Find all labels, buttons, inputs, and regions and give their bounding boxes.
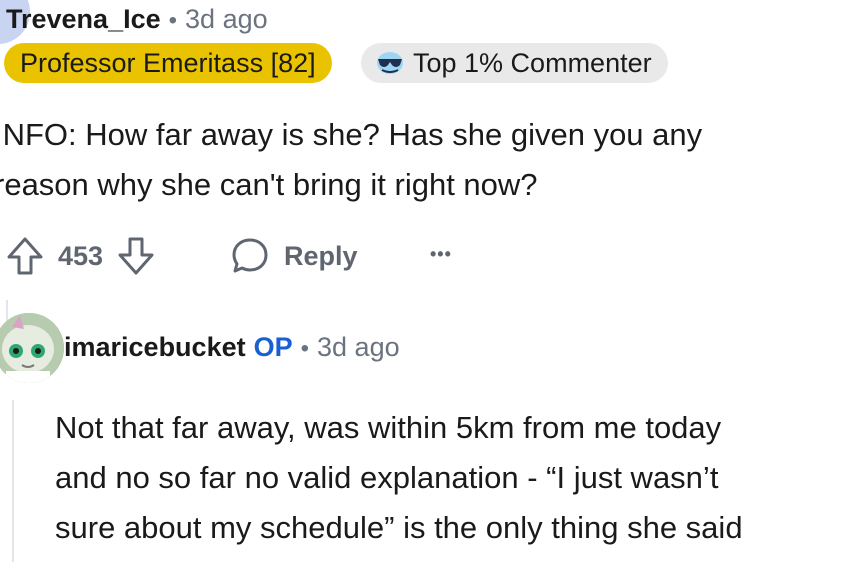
reply-label: Reply [284,240,358,271]
user-flair: Professor Emeritass [82] [4,43,332,83]
timestamp[interactable]: 3d ago [185,4,268,35]
comment-header: Trevena_Ice • 3d ago [6,4,268,35]
reply-bubble-icon [230,236,270,276]
comment-body: INFO: How far away is she? Has she given… [0,110,702,210]
comment-header: imaricebucket OP • 3d ago [64,332,400,363]
timestamp[interactable]: 3d ago [317,332,400,363]
comment-line: Not that far away, was within 5km from m… [55,410,722,445]
vote-controls: 453 [6,236,155,276]
op-badge: OP [253,332,293,362]
sunglasses-icon [375,50,405,76]
vote-count: 453 [58,240,104,271]
separator-dot: • [300,335,310,362]
thread-line[interactable] [12,400,14,562]
comment-line: reason why she can't bring it right now? [0,167,538,202]
more-button[interactable]: ••• [430,244,452,265]
top-commenter-badge: Top 1% Commenter [361,43,668,83]
separator-dot: • [168,7,178,34]
more-icon: ••• [430,244,452,264]
comment-line: INFO: How far away is she? Has she given… [0,117,703,152]
reply-button[interactable]: Reply [230,236,358,276]
upvote-icon[interactable] [6,236,44,276]
username[interactable]: Trevena_Ice [6,4,161,35]
comment-body: Not that far away, was within 5km from m… [55,403,743,553]
badge-label: Top 1% Commenter [413,48,652,78]
comment-line: and no so far no valid explanation - “I … [55,460,719,495]
downvote-icon[interactable] [117,236,155,276]
username[interactable]: imaricebucket [64,332,246,363]
comment-line: sure about my schedule” is the only thin… [55,510,743,545]
avatar[interactable] [0,313,64,383]
